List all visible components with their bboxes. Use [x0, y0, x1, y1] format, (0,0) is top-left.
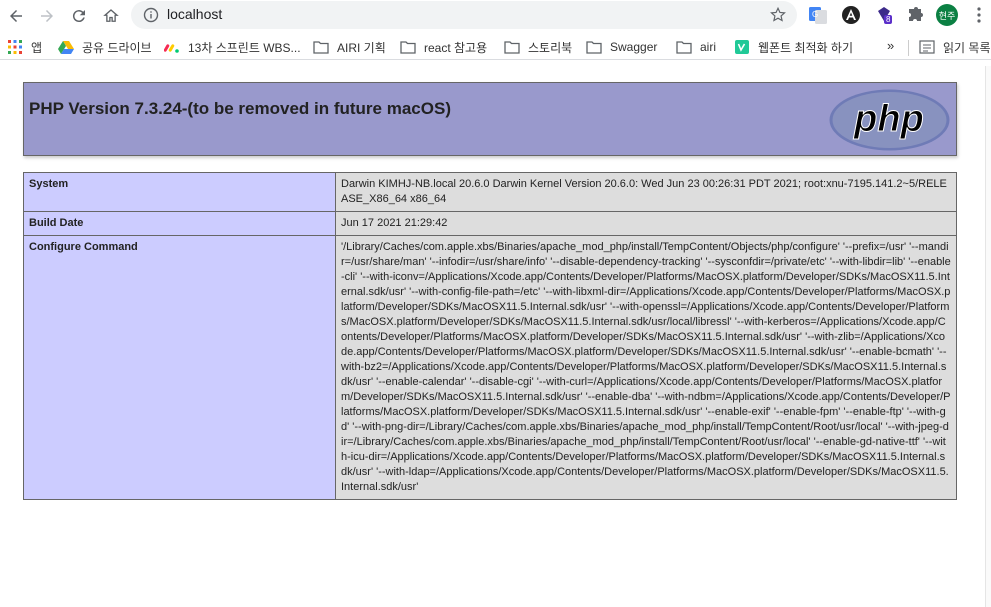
- browser-toolbar: localhost G 8 현주: [0, 0, 991, 32]
- reload-button[interactable]: [67, 4, 91, 28]
- table-row: Build Date Jun 17 2021 21:29:42: [23, 211, 957, 236]
- svg-text:G: G: [812, 10, 818, 19]
- bookmark-sprint-wbs[interactable]: 13차 스프린트 WBS...: [164, 38, 301, 56]
- bookmark-airi-plan[interactable]: AIRI 기획: [313, 38, 386, 56]
- bookmark-label: react 참고용: [424, 40, 488, 55]
- apps-grid-icon: [7, 39, 23, 55]
- google-drive-icon: [58, 39, 74, 55]
- reading-list-label: 읽기 목록: [943, 40, 991, 55]
- page-scrollbar[interactable]: [985, 66, 991, 607]
- extension-badge: 8: [884, 15, 893, 24]
- folder-icon: [676, 39, 692, 55]
- bookmark-shared-drive[interactable]: 공유 드라이브: [58, 38, 152, 56]
- bookmarks-bar: 앱 공유 드라이브 13차 스프린트 WBS... AIRI 기획 react …: [0, 34, 991, 60]
- table-row: System Darwin KIMHJ-NB.local 20.6.0 Darw…: [23, 172, 957, 212]
- info-icon[interactable]: [143, 7, 159, 23]
- bookmark-label: 앱: [31, 40, 43, 55]
- folder-icon: [586, 39, 602, 55]
- back-button[interactable]: [4, 4, 28, 28]
- bookmark-star-icon[interactable]: [769, 6, 787, 24]
- php-info-table: System Darwin KIMHJ-NB.local 20.6.0 Darw…: [23, 172, 957, 500]
- bookmark-label: 공유 드라이브: [82, 40, 152, 55]
- reading-list-button[interactable]: 읽기 목록: [919, 38, 991, 56]
- velog-icon: [734, 39, 750, 55]
- bookmark-airi[interactable]: airi: [676, 38, 716, 56]
- bookmarks-overflow-button[interactable]: »: [887, 38, 894, 53]
- page-title: PHP Version 7.3.24-(to be removed in fut…: [29, 99, 451, 118]
- translate-extension-icon[interactable]: G: [808, 5, 828, 25]
- page-content: PHP Version 7.3.24-(to be removed in fut…: [0, 66, 991, 607]
- bookmark-label: AIRI 기획: [337, 40, 386, 55]
- monday-icon: [164, 39, 180, 55]
- row-key: System: [23, 172, 336, 212]
- bookmark-label: 스토리북: [528, 40, 573, 55]
- folder-icon: [313, 39, 329, 55]
- bookmark-swagger[interactable]: Swagger: [586, 38, 657, 56]
- bookmark-apps[interactable]: 앱: [7, 38, 42, 56]
- arrow-right-icon: [41, 10, 53, 22]
- gem-extension-icon[interactable]: 8: [874, 5, 894, 25]
- profile-avatar[interactable]: 현주: [936, 4, 958, 26]
- php-header: PHP Version 7.3.24-(to be removed in fut…: [23, 82, 957, 156]
- home-icon: [103, 9, 119, 22]
- php-logo-text: php: [853, 98, 924, 140]
- reading-list-icon: [919, 39, 935, 55]
- arrow-left-icon: [10, 10, 22, 22]
- address-bar[interactable]: localhost: [131, 1, 797, 29]
- bookmark-label: Swagger: [610, 40, 658, 54]
- angular-extension-icon[interactable]: [841, 5, 861, 25]
- more-vert-icon[interactable]: [970, 6, 988, 24]
- row-key: Configure Command: [23, 235, 336, 500]
- bookmark-webfont[interactable]: 웹폰트 최적화 하기: [734, 38, 853, 56]
- folder-icon: [400, 39, 416, 55]
- bookmark-label: 웹폰트 최적화 하기: [758, 40, 853, 55]
- bookmark-label: 13차 스프린트 WBS...: [188, 40, 301, 55]
- bookmark-label: airi: [700, 40, 717, 54]
- table-row: Configure Command '/Library/Caches/com.a…: [23, 235, 957, 500]
- php-logo-icon[interactable]: php: [829, 89, 950, 151]
- bookmarks-separator: [908, 40, 909, 56]
- row-key: Build Date: [23, 211, 336, 236]
- forward-button[interactable]: [35, 4, 59, 28]
- url-text[interactable]: localhost: [167, 6, 222, 22]
- row-value: '/Library/Caches/com.apple.xbs/Binaries/…: [335, 235, 957, 500]
- row-value: Jun 17 2021 21:29:42: [335, 211, 957, 236]
- row-value: Darwin KIMHJ-NB.local 20.6.0 Darwin Kern…: [335, 172, 957, 212]
- home-button[interactable]: [99, 4, 123, 28]
- folder-icon: [504, 39, 520, 55]
- bookmark-react-reference[interactable]: react 참고용: [400, 38, 487, 56]
- bookmark-storybook[interactable]: 스토리북: [504, 38, 572, 56]
- reload-icon: [72, 10, 85, 23]
- puzzle-extensions-icon[interactable]: [905, 5, 925, 25]
